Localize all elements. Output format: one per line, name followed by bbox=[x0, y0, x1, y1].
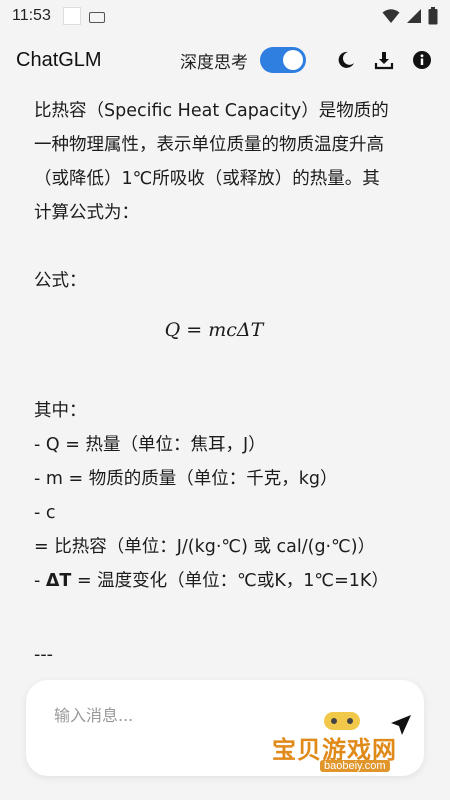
assistant-message: 比热容（Specific Heat Capacity）是物质的一种物理属性，表示… bbox=[34, 94, 394, 672]
formula: Q = mcΔT bbox=[164, 319, 264, 341]
keyboard-icon bbox=[88, 11, 105, 23]
message-intro: 比热容（Specific Heat Capacity）是物质的一种物理属性，表示… bbox=[34, 101, 389, 223]
download-button[interactable] bbox=[372, 48, 396, 72]
info-button[interactable] bbox=[410, 48, 434, 72]
status-time: 11:53 bbox=[12, 7, 51, 24]
download-icon bbox=[374, 52, 394, 70]
formula-label: 公式： bbox=[34, 271, 87, 291]
dark-mode-button[interactable] bbox=[334, 48, 358, 72]
app-bar: ChatGLM 深度思考 bbox=[0, 38, 450, 82]
deep-think-label: 深度思考 bbox=[180, 52, 248, 73]
list-item: - ΔT = 温度变化（单位：℃或K，1℃=1K） bbox=[34, 571, 389, 591]
list-item: - m = 物质的质量（单位：千克，kg） bbox=[34, 469, 338, 489]
separator: --- bbox=[34, 645, 53, 665]
list-item: - c = 比热容（单位：J/(kg·℃) 或 cal/(g·℃)） bbox=[34, 503, 376, 557]
app-title: ChatGLM bbox=[16, 48, 102, 71]
status-bar: 11:53 bbox=[0, 0, 450, 32]
battery-icon bbox=[428, 7, 438, 25]
wifi-icon bbox=[382, 9, 400, 23]
toggle-knob bbox=[283, 50, 303, 70]
info-icon bbox=[413, 51, 431, 69]
watermark: 宝贝游戏网 baobeiy.com bbox=[272, 708, 422, 780]
deep-think-toggle[interactable] bbox=[260, 47, 306, 73]
list-item: - Q = 热量（单位：焦耳，J） bbox=[34, 435, 266, 455]
variable-list: - Q = 热量（单位：焦耳，J） - m = 物质的质量（单位：千克，kg） … bbox=[34, 428, 394, 598]
gamepad-icon bbox=[324, 712, 360, 730]
notification-icon bbox=[62, 7, 81, 25]
moon-icon bbox=[338, 51, 354, 68]
where-label: 其中： bbox=[34, 401, 87, 421]
signal-icon bbox=[407, 9, 421, 23]
watermark-url: baobeiy.com bbox=[320, 760, 390, 772]
